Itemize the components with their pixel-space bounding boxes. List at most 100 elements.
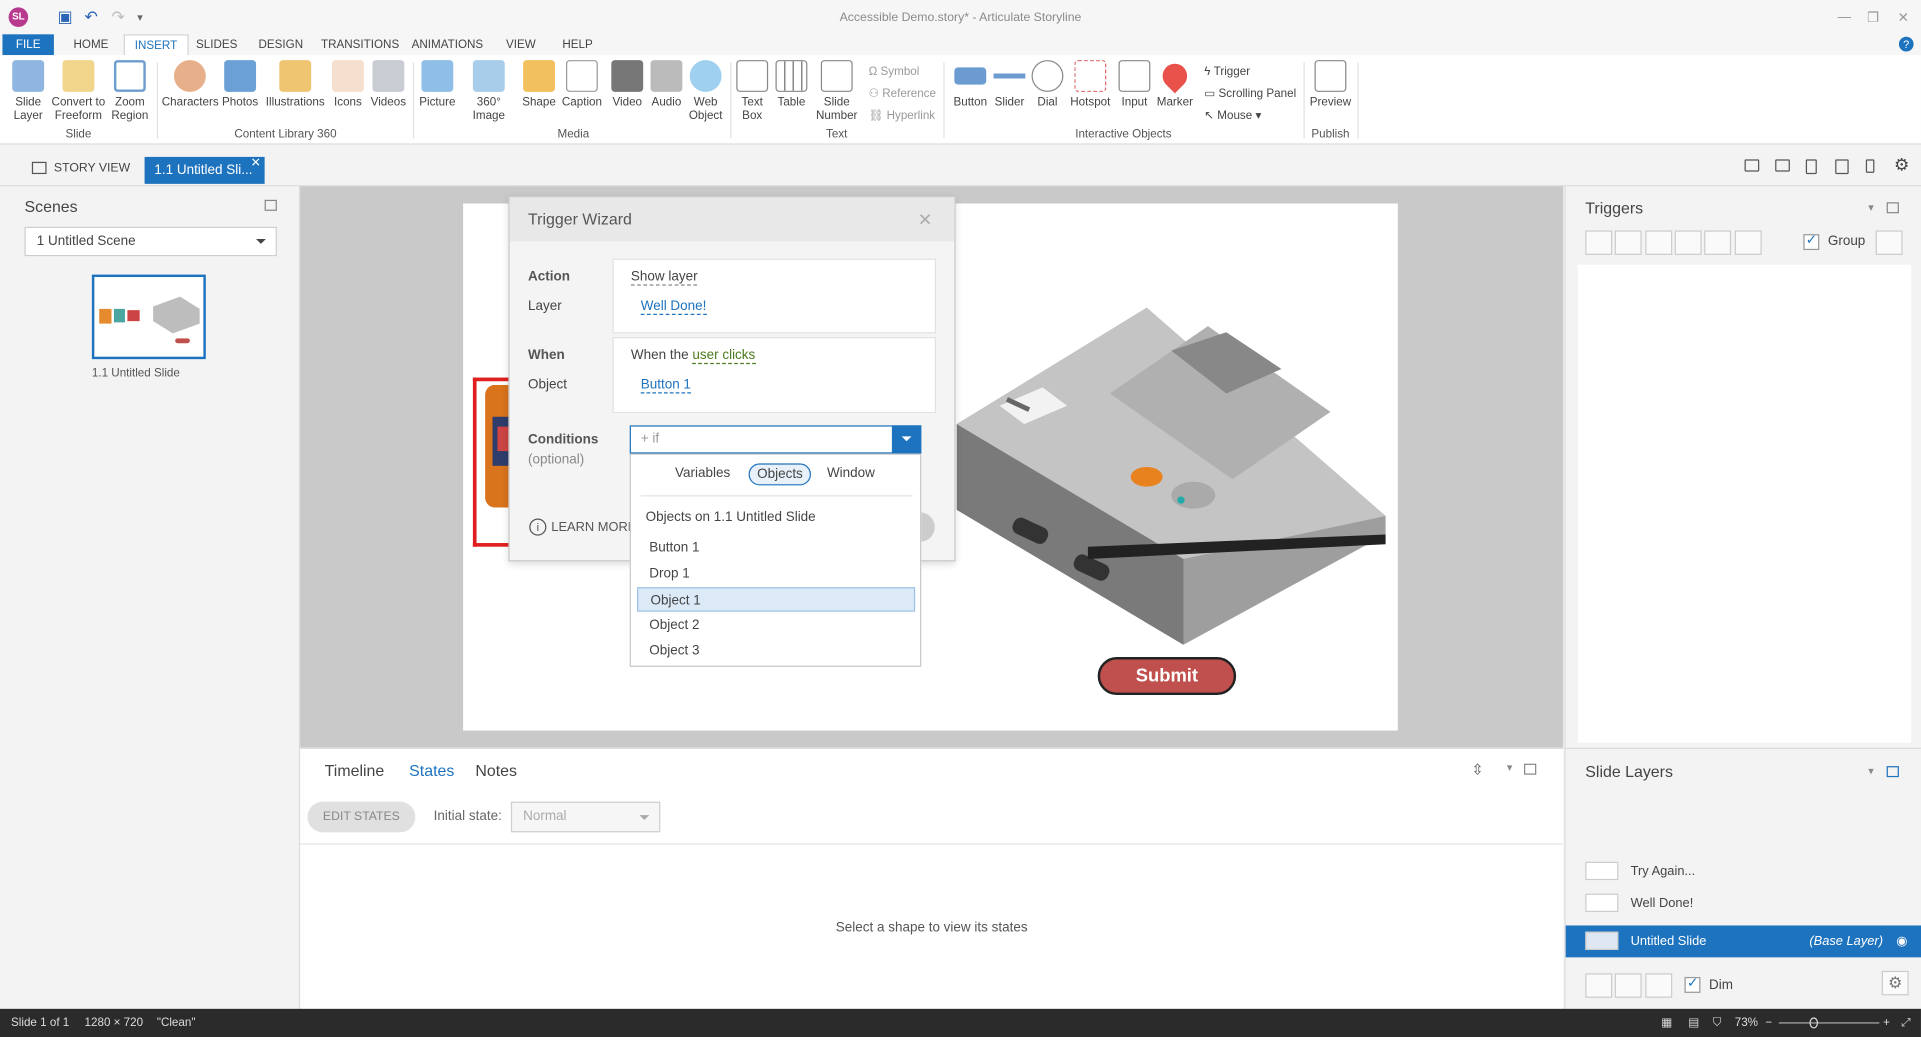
videos-button[interactable]: Videos <box>368 60 410 109</box>
gear-icon[interactable]: ⚙ <box>1881 970 1909 996</box>
panel-menu-icon[interactable]: ▾ <box>1868 201 1874 214</box>
scene-select[interactable]: 1 Untitled Scene <box>24 226 277 257</box>
close-tab-icon[interactable]: ✕ <box>251 151 261 178</box>
dock-icon[interactable] <box>1886 202 1899 214</box>
zoom-in-icon[interactable]: + <box>1883 1009 1890 1037</box>
dial-button[interactable]: Dial <box>1030 60 1064 109</box>
tab-states[interactable]: States <box>409 761 454 779</box>
dock-icon[interactable] <box>1886 766 1899 778</box>
menu-animations[interactable]: ANIMATIONS <box>402 34 493 55</box>
dock-icon[interactable] <box>1524 763 1537 775</box>
landscape-view-icon[interactable] <box>1775 159 1790 172</box>
delete-layer-icon[interactable] <box>1645 973 1673 998</box>
when-event[interactable]: user clicks <box>692 348 756 365</box>
variables-icon[interactable] <box>1875 230 1903 255</box>
table-button[interactable]: Table <box>773 60 810 109</box>
close-icon[interactable]: ✕ <box>918 197 932 241</box>
zoom-slider[interactable] <box>1778 1022 1880 1024</box>
marker-button[interactable]: Marker <box>1155 58 1194 109</box>
copy-trigger-icon[interactable] <box>1645 230 1673 255</box>
fit-icon[interactable]: ⛉ <box>1713 1009 1722 1037</box>
list-item[interactable]: Object 2 <box>637 613 915 638</box>
edit-states-button[interactable]: EDIT STATES <box>307 801 416 833</box>
submit-button[interactable]: Submit <box>1097 657 1237 696</box>
menu-transitions[interactable]: TRANSITIONS <box>311 34 409 55</box>
fit-window-icon[interactable]: ⤢ <box>1901 1009 1910 1037</box>
minimize-icon[interactable]: — <box>1838 10 1851 25</box>
hyperlink-button[interactable]: ⛓ Hyperlink <box>869 109 936 122</box>
menu-insert[interactable]: INSERT <box>123 34 189 56</box>
slide-layer-button[interactable]: Slide Layer <box>10 60 47 123</box>
tab-story-view[interactable]: STORY VIEW <box>25 157 131 182</box>
layer-row[interactable]: Well Done! <box>1566 887 1921 919</box>
edit-trigger-icon[interactable] <box>1614 230 1642 255</box>
panel-menu-icon[interactable]: ▾ <box>1868 765 1874 778</box>
dock-icon[interactable] <box>264 199 277 211</box>
input-button[interactable]: Input <box>1116 60 1153 109</box>
conditions-input[interactable]: + if <box>629 425 922 454</box>
photos-button[interactable]: Photos <box>221 60 260 109</box>
eye-icon[interactable]: ◉ <box>1896 925 1907 957</box>
dim-checkbox[interactable] <box>1684 975 1701 993</box>
layer-value[interactable]: Well Done! <box>640 299 707 316</box>
layer-row[interactable]: Try Again... <box>1566 856 1921 888</box>
restore-icon[interactable]: ❐ <box>1867 10 1879 26</box>
desktop-view-icon[interactable] <box>1744 159 1760 172</box>
menu-home[interactable]: HOME <box>64 34 119 55</box>
tab-variables[interactable]: Variables <box>675 466 730 481</box>
new-trigger-icon[interactable] <box>1585 230 1613 255</box>
conditions-dropdown-button[interactable] <box>891 425 922 454</box>
action-value[interactable]: Show layer <box>630 270 698 286</box>
tab-timeline[interactable]: Timeline <box>325 761 385 779</box>
menu-slides[interactable]: SLIDES <box>186 34 247 55</box>
panel-menu-icon[interactable]: ▾ <box>1507 761 1513 774</box>
audio-button[interactable]: Audio <box>648 60 685 109</box>
image-360-button[interactable]: 360° Image <box>459 60 518 123</box>
base-layer-row[interactable]: Untitled Slide (Base Layer) ◉ <box>1565 925 1921 958</box>
tablet-landscape-icon[interactable] <box>1835 159 1849 175</box>
characters-button[interactable]: Characters <box>162 60 219 109</box>
slide-thumbnail[interactable] <box>91 274 206 360</box>
menu-view[interactable]: VIEW <box>496 34 545 55</box>
picture-button[interactable]: Picture <box>418 60 457 109</box>
object-value[interactable]: Button 1 <box>640 378 691 394</box>
tablet-view-icon[interactable] <box>1805 159 1817 175</box>
delete-trigger-icon[interactable] <box>1704 230 1732 255</box>
tab-window[interactable]: Window <box>827 466 875 481</box>
video-button[interactable]: Video <box>609 60 646 109</box>
group-checkbox[interactable] <box>1803 232 1820 251</box>
tab-objects[interactable]: Objects <box>748 463 812 486</box>
reference-button[interactable]: ⚇ Reference <box>869 87 936 100</box>
zoom-slider-thumb[interactable] <box>1809 1017 1819 1029</box>
slider-button[interactable]: Slider <box>991 60 1028 109</box>
insert-button-button[interactable]: Button <box>949 60 991 109</box>
list-item[interactable]: Button 1 <box>637 536 915 561</box>
help-icon[interactable]: ? <box>1898 36 1914 52</box>
trigger-button[interactable]: ϟ Trigger <box>1204 65 1250 78</box>
tab-slide[interactable]: 1.1 Untitled Sli... ✕ <box>144 156 265 184</box>
mouse-button[interactable]: ↖ Mouse ▾ <box>1204 109 1261 122</box>
scrolling-panel-button[interactable]: ▭ Scrolling Panel <box>1204 87 1296 100</box>
menu-design[interactable]: DESIGN <box>249 34 313 55</box>
move-trigger-icon[interactable] <box>1734 230 1762 255</box>
hotspot-button[interactable]: Hotspot <box>1067 60 1114 109</box>
pin-icon[interactable]: ⇳ <box>1471 761 1483 778</box>
tab-notes[interactable]: Notes <box>475 761 517 779</box>
menu-file[interactable]: FILE <box>2 34 54 56</box>
initial-state-select[interactable]: Normal <box>510 801 661 833</box>
duplicate-layer-icon[interactable] <box>1614 973 1642 998</box>
gear-icon[interactable]: ⚙ <box>1894 154 1909 175</box>
new-layer-icon[interactable] <box>1585 973 1613 998</box>
phone-view-icon[interactable] <box>1865 159 1875 173</box>
normal-view-icon[interactable]: ▦ <box>1661 1009 1672 1037</box>
symbol-button[interactable]: Ω Symbol <box>869 65 920 78</box>
close-icon[interactable]: ✕ <box>1898 10 1909 26</box>
menu-help[interactable]: HELP <box>553 34 603 55</box>
text-box-button[interactable]: Text Box <box>734 60 771 123</box>
preview-button[interactable]: Preview <box>1308 60 1352 109</box>
shape-button[interactable]: Shape <box>521 60 558 109</box>
zoom-region-button[interactable]: Zoom Region <box>110 60 149 123</box>
caption-button[interactable]: Caption <box>560 60 604 109</box>
zoom-out-icon[interactable]: − <box>1765 1009 1772 1037</box>
learn-more-link[interactable]: i LEARN MORE <box>529 518 636 536</box>
